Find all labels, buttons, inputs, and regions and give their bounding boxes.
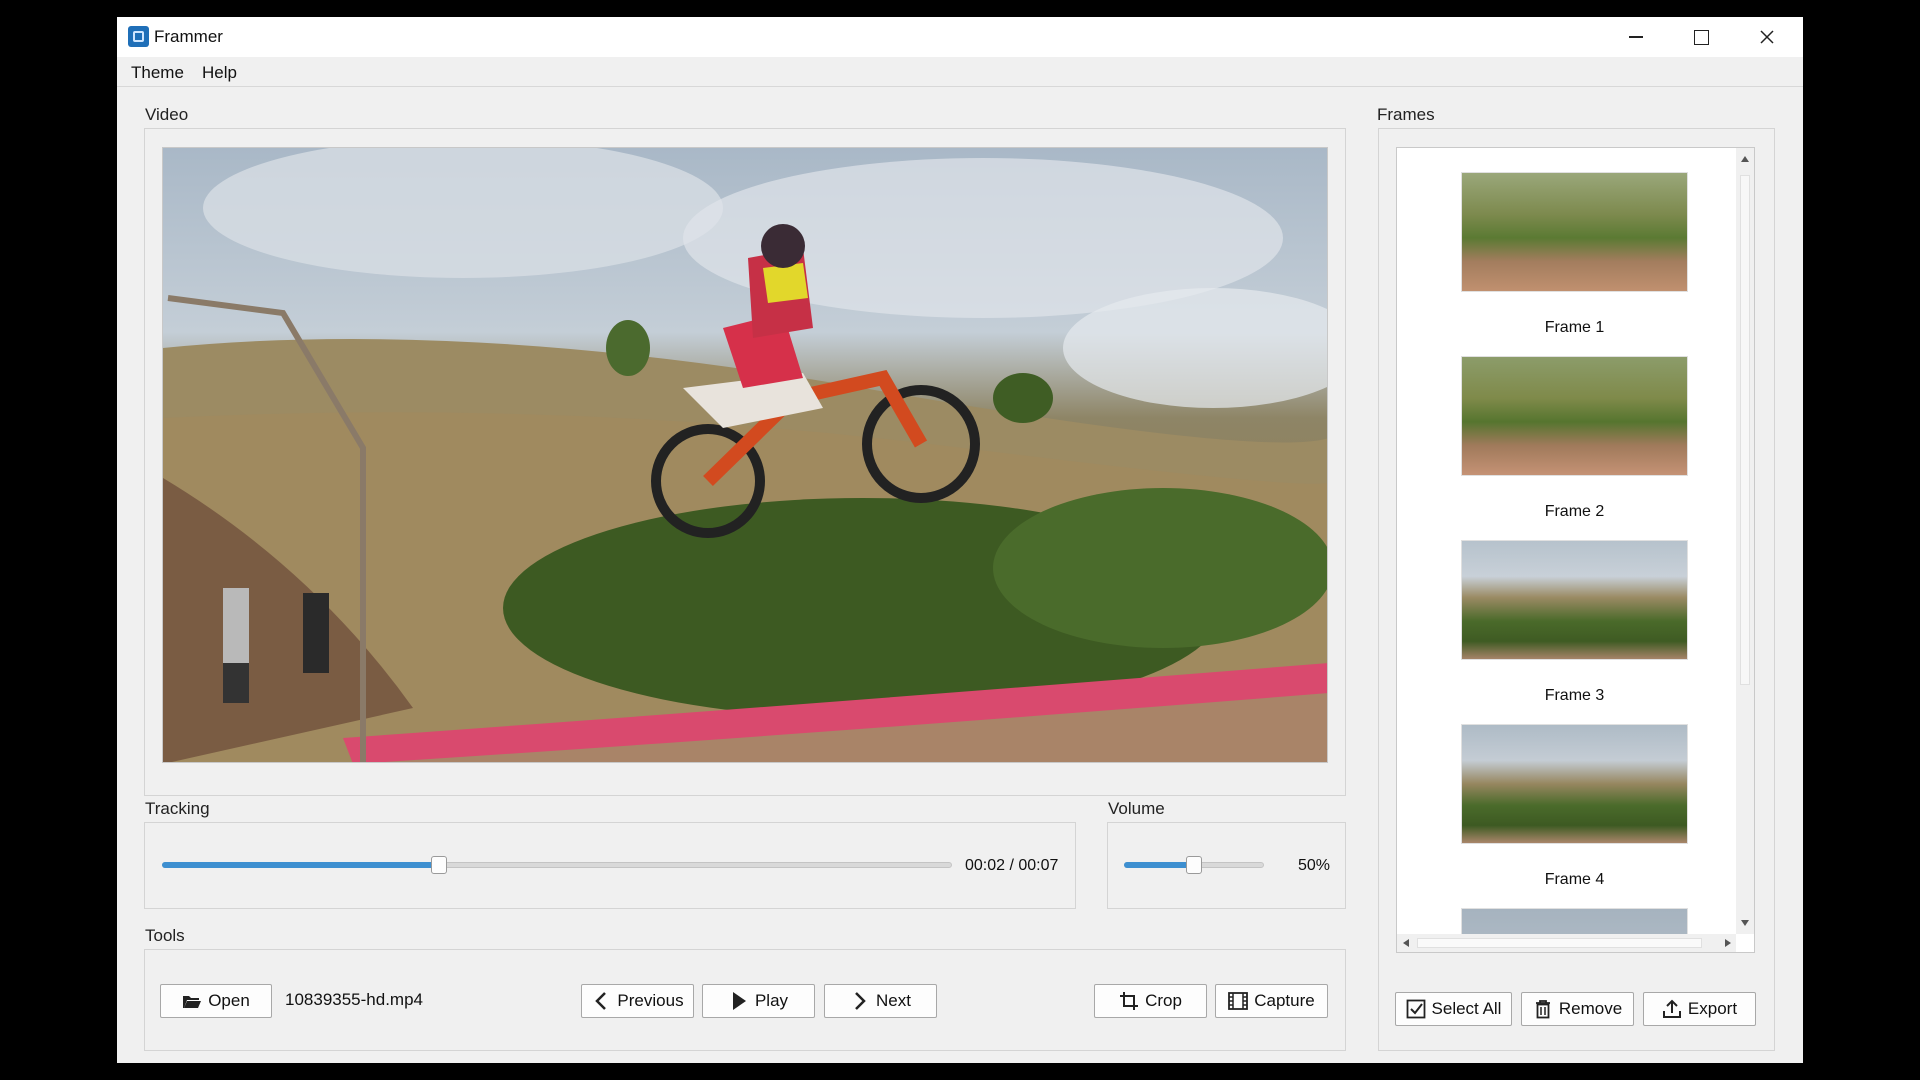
volume-slider-handle[interactable]: [1186, 856, 1202, 874]
frame-caption: Frame 2: [1544, 503, 1605, 520]
film-icon: [1228, 991, 1249, 1011]
crop-icon: [1119, 991, 1139, 1011]
menu-help[interactable]: Help: [202, 63, 237, 83]
scroll-right-icon[interactable]: [1725, 939, 1731, 947]
app-window: Frammer Theme Help Video Tracking 00:02 …: [117, 17, 1803, 1063]
scroll-down-icon[interactable]: [1741, 920, 1749, 926]
frame-thumbnail: [1461, 172, 1688, 292]
frames-section-label: Frames: [1377, 105, 1435, 124]
minimize-button[interactable]: [1604, 17, 1668, 57]
export-button-label: Export: [1687, 999, 1738, 1018]
horizontal-scroll-thumb[interactable]: [1417, 938, 1702, 948]
capture-button-label: Capture: [1254, 991, 1315, 1010]
volume-group: 50%: [1107, 822, 1346, 909]
frame-item[interactable]: Frame 2: [1397, 356, 1737, 540]
frame-item[interactable]: Frame 1: [1397, 172, 1737, 356]
frame-caption: Frame 4: [1544, 871, 1605, 888]
tools-group: Open 10839355-hd.mp4 Previous Play Next: [144, 949, 1346, 1051]
checkbox-icon: [1406, 999, 1426, 1019]
previous-button[interactable]: Previous: [581, 984, 694, 1018]
tracking-section-label: Tracking: [145, 799, 210, 818]
video-group: [144, 128, 1346, 796]
crop-button-label: Crop: [1145, 991, 1182, 1010]
select-all-button[interactable]: Select All: [1395, 992, 1512, 1026]
volume-slider-fill: [1124, 862, 1193, 868]
tracking-slider-fill: [162, 862, 438, 868]
chevron-left-icon: [591, 991, 611, 1011]
frame-item[interactable]: Frame 3: [1397, 540, 1737, 724]
next-button-label: Next: [876, 991, 911, 1010]
chevron-right-icon: [850, 991, 870, 1011]
frame-caption: Frame 1: [1544, 319, 1605, 336]
maximize-button[interactable]: [1669, 17, 1733, 57]
folder-icon: [182, 991, 202, 1011]
previous-button-label: Previous: [617, 991, 684, 1010]
frame-item[interactable]: Frame 4: [1397, 724, 1737, 908]
app-icon: [128, 26, 149, 47]
frames-list[interactable]: Frame 1 Frame 2 Frame 3 Frame 4: [1396, 147, 1755, 953]
volume-section-label: Volume: [1108, 799, 1165, 818]
open-button[interactable]: Open: [160, 984, 272, 1018]
video-scene: [163, 148, 1327, 762]
window-title: Frammer: [154, 27, 223, 46]
frame-thumbnail: [1461, 724, 1688, 844]
close-icon: [1760, 30, 1774, 44]
crop-button[interactable]: Crop: [1094, 984, 1207, 1018]
menu-bar: Theme Help: [117, 57, 1803, 87]
next-button[interactable]: Next: [824, 984, 937, 1018]
tools-section-label: Tools: [145, 926, 185, 945]
video-section-label: Video: [145, 105, 189, 124]
vertical-scroll-thumb[interactable]: [1740, 175, 1750, 685]
upload-icon: [1662, 999, 1682, 1019]
play-button[interactable]: Play: [702, 984, 815, 1018]
menu-theme[interactable]: Theme: [131, 63, 184, 83]
title-bar[interactable]: Frammer: [117, 17, 1803, 57]
playback-time: 00:02 / 00:07: [965, 857, 1059, 874]
frame-caption: Frame 3: [1544, 687, 1605, 704]
scroll-up-icon[interactable]: [1741, 156, 1749, 162]
tracking-slider[interactable]: [162, 856, 952, 874]
capture-button[interactable]: Capture: [1215, 984, 1328, 1018]
video-player[interactable]: [162, 147, 1328, 763]
frames-vertical-scrollbar[interactable]: [1736, 148, 1754, 934]
frame-thumbnail: [1461, 356, 1688, 476]
frames-group: Frame 1 Frame 2 Frame 3 Frame 4 Select A…: [1378, 128, 1775, 1051]
volume-value: 50%: [1298, 857, 1331, 874]
tracking-slider-handle[interactable]: [431, 856, 447, 874]
export-button[interactable]: Export: [1643, 992, 1756, 1026]
remove-button-label: Remove: [1558, 999, 1623, 1018]
frames-horizontal-scrollbar[interactable]: [1397, 934, 1736, 952]
select-all-button-label: Select All: [1431, 999, 1502, 1018]
volume-slider[interactable]: [1124, 856, 1264, 874]
open-button-label: Open: [208, 991, 250, 1010]
play-icon: [729, 991, 749, 1011]
remove-button[interactable]: Remove: [1521, 992, 1634, 1026]
frame-thumbnail: [1461, 540, 1688, 660]
file-name: 10839355-hd.mp4: [285, 990, 424, 1009]
play-button-label: Play: [754, 991, 789, 1010]
trash-icon: [1533, 999, 1553, 1019]
close-button[interactable]: [1735, 17, 1799, 57]
tracking-group: 00:02 / 00:07: [144, 822, 1076, 909]
scroll-left-icon[interactable]: [1403, 939, 1409, 947]
